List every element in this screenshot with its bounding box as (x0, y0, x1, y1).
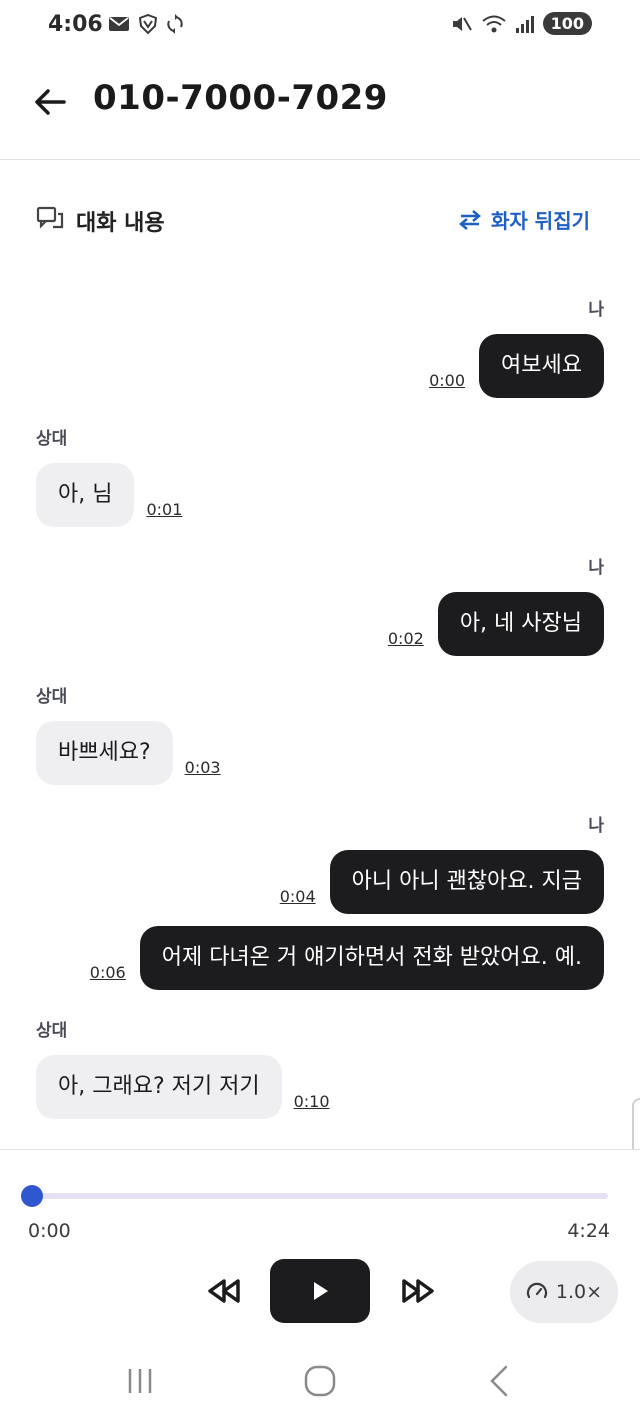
flip-speakers-label: 화자 뒤집기 (491, 209, 590, 233)
speedometer-icon (526, 1282, 547, 1299)
timestamp-link[interactable]: 0:01 (146, 500, 182, 519)
message-row: 아, 님 0:01 (36, 463, 604, 527)
recent-apps-icon[interactable] (118, 1363, 162, 1399)
message-group: 나 0:04 아니 아니 괜찮아요. 지금 0:06 어제 다녀온 거 얘기하면… (0, 811, 640, 990)
total-time: 4:24 (567, 1220, 610, 1242)
conversation-list[interactable]: 나 0:00 여보세요 상대 아, 님 0:01 나 0:02 아, 네 사장님… (0, 245, 640, 1149)
sync-icon (167, 14, 183, 34)
signal-icon (515, 15, 534, 33)
section-title: 대화 내용 (76, 211, 165, 236)
status-right-icons: 100 (451, 12, 592, 35)
speaker-label-other: 상대 (36, 429, 68, 449)
current-time: 0:00 (28, 1220, 71, 1242)
timestamp-link[interactable]: 0:06 (90, 963, 126, 982)
back-arrow-icon[interactable] (30, 82, 70, 122)
audio-player: 0:00 4:24 1.0× (0, 1149, 640, 1345)
system-nav-bar (0, 1345, 640, 1422)
chat-bubbles-icon (36, 206, 64, 229)
message-bubble-me[interactable]: 아, 네 사장님 (437, 592, 604, 656)
timestamp-link[interactable]: 0:00 (429, 371, 465, 390)
progress-track[interactable] (32, 1193, 608, 1199)
message-bubble-me[interactable]: 여보세요 (479, 334, 604, 398)
play-button[interactable] (270, 1259, 370, 1323)
speaker-label-me: 나 (588, 816, 604, 836)
playback-speed-label: 1.0× (555, 1281, 603, 1303)
speaker-label-other: 상대 (36, 687, 68, 707)
message-row: 0:04 아니 아니 괜찮아요. 지금 (36, 850, 604, 914)
timestamp-link[interactable]: 0:02 (388, 629, 424, 648)
play-icon (314, 1282, 328, 1300)
home-icon[interactable] (298, 1363, 342, 1399)
app-header: 010-7000-7029 (0, 54, 640, 160)
message-row: 아, 그래요? 저기 저기 0:10 (36, 1055, 604, 1119)
timestamp-link[interactable]: 0:04 (280, 887, 316, 906)
message-bubble-other[interactable]: 아, 님 (36, 463, 135, 527)
timestamp-link[interactable]: 0:10 (294, 1092, 330, 1111)
nav-back-icon[interactable] (478, 1363, 522, 1399)
mail-icon (109, 17, 129, 31)
conversation-section-header: 대화 내용 화자 뒤집기 (36, 195, 604, 245)
flip-speakers-button[interactable]: 화자 뒤집기 (457, 205, 590, 234)
message-row: 0:06 어제 다녀온 거 얘기하면서 전화 받았어요. 예. (36, 926, 604, 990)
status-left-icons (108, 14, 184, 34)
message-bubble-other[interactable]: 바쁘세요? (36, 721, 173, 785)
mute-icon (452, 16, 472, 31)
message-row: 0:02 아, 네 사장님 (36, 592, 604, 656)
shield-icon (138, 14, 158, 34)
page-title: 010-7000-7029 (93, 78, 388, 118)
swap-arrows-icon (459, 209, 481, 230)
playback-speed-button[interactable]: 1.0× (510, 1261, 618, 1323)
speaker-label-me: 나 (588, 558, 604, 578)
message-bubble-me[interactable]: 어제 다녀온 거 얘기하면서 전화 받았어요. 예. (139, 926, 604, 990)
message-group: 나 0:00 여보세요 (0, 295, 640, 398)
timestamp-link[interactable]: 0:03 (185, 758, 221, 777)
message-bubble-other[interactable]: 아, 그래요? 저기 저기 (36, 1055, 282, 1119)
status-time: 4:06 (48, 12, 103, 37)
fast-forward-icon[interactable] (398, 1276, 438, 1306)
status-bar: 4:06 100 (0, 0, 640, 54)
message-group: 상대 아, 그래요? 저기 저기 0:10 (0, 1016, 640, 1119)
rewind-icon[interactable] (204, 1276, 244, 1306)
speaker-label-me: 나 (588, 300, 604, 320)
battery-indicator: 100 (542, 12, 592, 35)
message-group: 상대 바쁘세요? 0:03 (0, 682, 640, 785)
message-row: 바쁘세요? 0:03 (36, 721, 604, 785)
message-group: 나 0:02 아, 네 사장님 (0, 553, 640, 656)
progress-knob[interactable] (21, 1185, 43, 1207)
wifi-icon (481, 15, 506, 32)
message-bubble-me[interactable]: 아니 아니 괜찮아요. 지금 (329, 850, 604, 914)
message-row: 0:00 여보세요 (36, 334, 604, 398)
speaker-label-other: 상대 (36, 1021, 68, 1041)
message-group: 상대 아, 님 0:01 (0, 424, 640, 527)
